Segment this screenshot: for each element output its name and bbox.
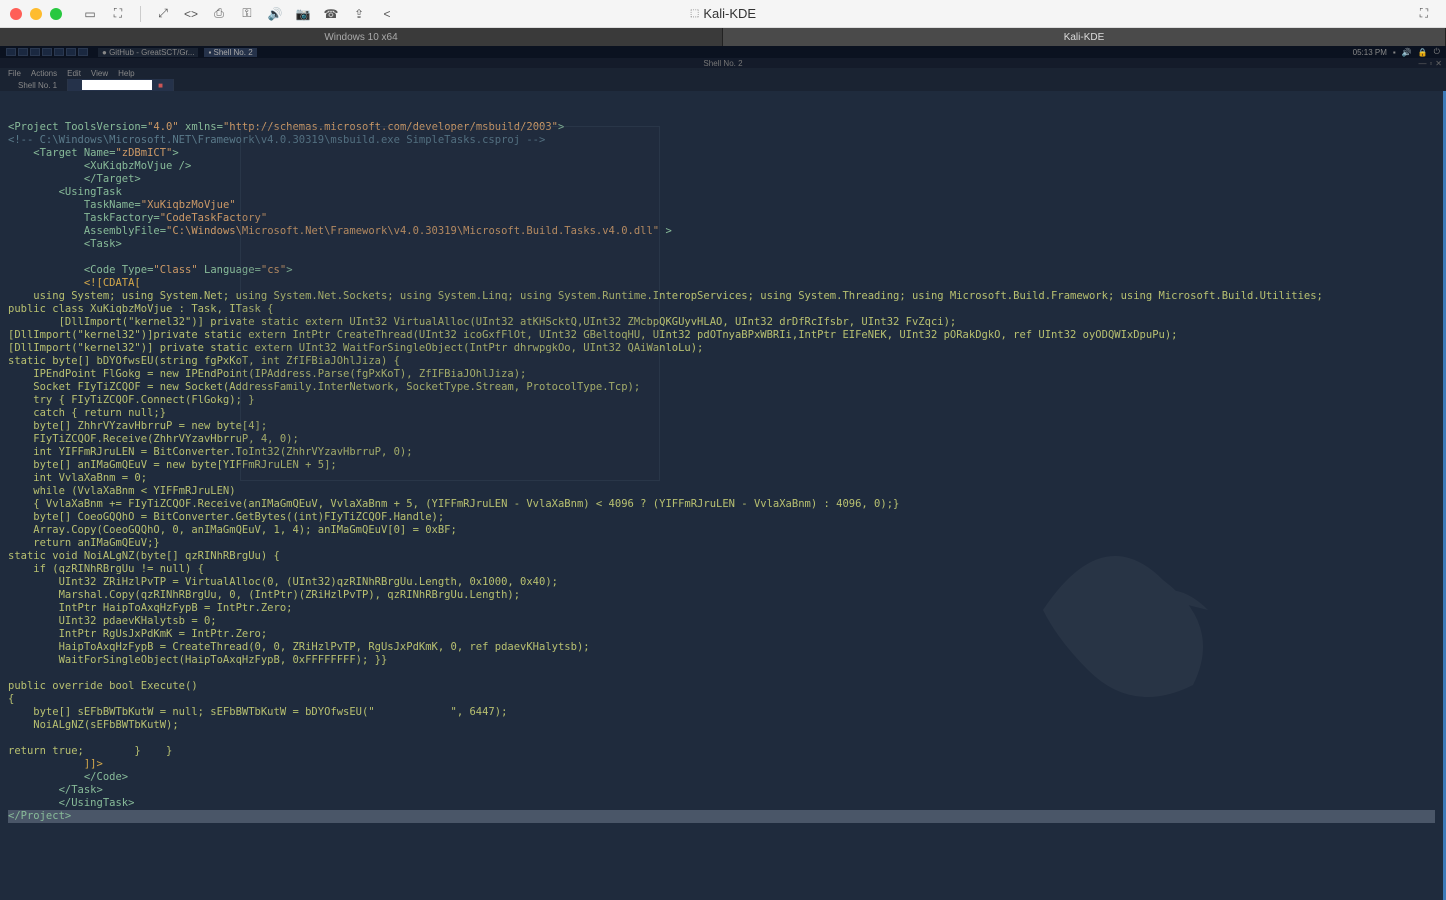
kali-menu-icon[interactable] — [6, 48, 16, 56]
code-icon[interactable]: <> — [179, 5, 203, 23]
kali-panel-launchers — [6, 48, 88, 56]
clock[interactable]: 05:13 PM — [1353, 48, 1387, 57]
code-area[interactable]: <Project ToolsVersion="4.0" xmlns="http:… — [0, 117, 1443, 827]
shell-tab-label: Shell No. 1 — [18, 81, 57, 90]
terminal-small-icon: ▪ — [208, 48, 211, 57]
window-title: ⬚ Kali-KDE — [690, 6, 756, 21]
view-icon[interactable]: ▭ — [78, 5, 102, 23]
menu-view[interactable]: View — [91, 69, 108, 78]
mac-titlebar-right: ⛶ — [1412, 5, 1436, 23]
files-icon[interactable] — [66, 48, 76, 56]
close-icon[interactable]: ✕ — [1435, 59, 1442, 68]
mac-toolbar: ▭ ⛶ ⤢ <> ⎙ ⚿ 🔊 📷 ☎ ⇪ < — [78, 5, 399, 23]
maximize-window-button[interactable] — [50, 8, 62, 20]
tab-close-icon[interactable]: ■ — [158, 81, 163, 90]
vm-tabs: Windows 10 x64 Kali-KDE — [0, 28, 1446, 46]
power-icon[interactable]: ⏻ — [1434, 47, 1440, 57]
menu-edit[interactable]: Edit — [67, 69, 81, 78]
shell-tab-2[interactable]: ■ — [68, 79, 174, 91]
vm-tab-kali[interactable]: Kali-KDE — [723, 28, 1446, 46]
kali-panel-right: 05:13 PM ▪ 🔊 🔒 ⏻ — [1353, 47, 1440, 57]
menubar: File Actions Edit View Help — [0, 68, 1446, 79]
terminal-window-controls: — ▫ ✕ — [1418, 59, 1442, 68]
kali-panel: ● GitHub - GreatSCT/Gr... ▪ Shell No. 2 … — [0, 46, 1446, 58]
traffic-lights — [10, 8, 62, 20]
desktop1-icon[interactable] — [18, 48, 28, 56]
close-window-button[interactable] — [10, 8, 22, 20]
taskbar-window-github[interactable]: ● GitHub - GreatSCT/Gr... — [98, 48, 198, 57]
volume-icon[interactable]: 🔊 — [1402, 48, 1412, 57]
firefox-icon: ● — [102, 48, 107, 57]
lock-icon[interactable]: 🔒 — [1418, 48, 1428, 57]
vm-tab-windows[interactable]: Windows 10 x64 — [0, 28, 723, 46]
desktop4-icon[interactable] — [54, 48, 64, 56]
terminal-title: Shell No. 2 — [703, 59, 742, 68]
expand-icon[interactable]: ⛶ — [1412, 5, 1436, 23]
camera-icon[interactable]: 📷 — [291, 5, 315, 23]
window-title-text: Kali-KDE — [703, 6, 756, 21]
shell-tabs: Shell No. 1 ■ — [0, 79, 1446, 91]
menu-help[interactable]: Help — [118, 69, 134, 78]
fullscreen-icon[interactable]: ⛶ — [106, 5, 130, 23]
kali-icon: ⬚ — [690, 8, 699, 19]
minimize-window-button[interactable] — [30, 8, 42, 20]
speaker-icon[interactable]: 🔊 — [263, 5, 287, 23]
taskbar-windows: ● GitHub - GreatSCT/Gr... ▪ Shell No. 2 — [98, 48, 257, 57]
shell-tab-rename-input[interactable] — [82, 80, 152, 90]
minimize-icon[interactable]: — — [1418, 59, 1426, 68]
shell-tab-1[interactable]: Shell No. 1 — [8, 79, 68, 91]
divider — [140, 6, 141, 22]
taskbar-window-label: GitHub - GreatSCT/Gr... — [109, 48, 194, 57]
resize-icon[interactable]: ⤢ — [151, 5, 175, 23]
taskbar-window-shell[interactable]: ▪ Shell No. 2 — [204, 48, 256, 57]
network-icon[interactable]: ▪ — [1393, 48, 1396, 57]
taskbar-window-label: Shell No. 2 — [214, 48, 253, 57]
terminal-header: Shell No. 2 — ▫ ✕ — [0, 58, 1446, 68]
menu-actions[interactable]: Actions — [31, 69, 57, 78]
terminal-icon[interactable] — [78, 48, 88, 56]
mac-titlebar: ▭ ⛶ ⤢ <> ⎙ ⚿ 🔊 📷 ☎ ⇪ < ⬚ Kali-KDE ⛶ — [0, 0, 1446, 28]
key-icon[interactable]: ⚿ — [235, 5, 259, 23]
editor[interactable]: <Project ToolsVersion="4.0" xmlns="http:… — [0, 91, 1446, 900]
phone-icon[interactable]: ☎ — [319, 5, 343, 23]
menu-file[interactable]: File — [8, 69, 21, 78]
desktop2-icon[interactable] — [30, 48, 40, 56]
maximize-icon[interactable]: ▫ — [1429, 59, 1432, 68]
desktop3-icon[interactable] — [42, 48, 52, 56]
back-icon[interactable]: < — [375, 5, 399, 23]
share-icon[interactable]: ⇪ — [347, 5, 371, 23]
print-icon[interactable]: ⎙ — [207, 5, 231, 23]
